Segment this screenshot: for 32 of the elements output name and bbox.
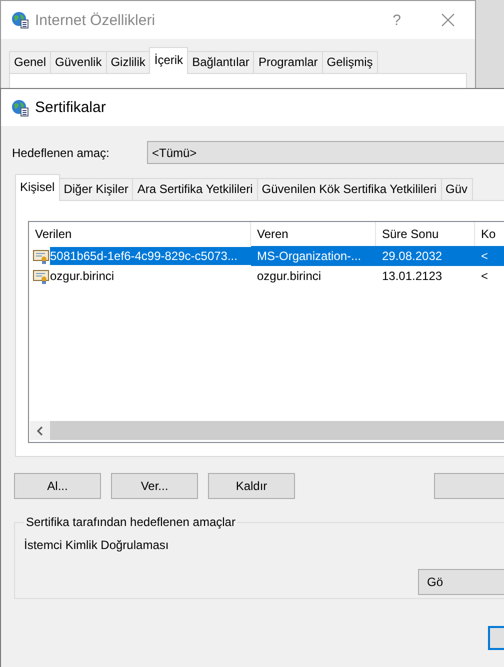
view-button[interactable]: Gö (418, 569, 504, 595)
table-cell[interactable]: 5081b65d-1ef6-4c99-829c-c5073... (50, 247, 251, 265)
horizontal-scrollbar[interactable] (30, 421, 504, 440)
tab[interactable]: Genel (9, 51, 52, 73)
action-button[interactable]: Kaldır (208, 473, 295, 499)
table-cell-text: ozgur.birinci (256, 268, 322, 285)
table-cell: < (475, 246, 504, 266)
tab[interactable]: İçerik (149, 47, 188, 74)
window-title: Sertifikalar (35, 99, 106, 116)
action-button[interactable]: Ver... (111, 473, 198, 499)
purpose-text: İstemci Kimlik Doğrulaması (24, 538, 170, 552)
tab[interactable]: Gelişmiş (322, 51, 378, 73)
column-header[interactable]: Verilen (29, 222, 251, 246)
tab[interactable]: Kişisel (15, 174, 60, 201)
purpose-label: Hedeflenen amaç: (12, 146, 110, 160)
tab[interactable]: Güv (440, 178, 473, 200)
table-cell: MS-Organization-... (251, 246, 376, 266)
globe-icon (11, 98, 29, 116)
help-button[interactable]: ? (380, 12, 413, 28)
group-legend: Sertifika tarafından hedeflenen amaçlar (24, 515, 238, 529)
scroll-left-icon[interactable] (36, 426, 44, 436)
purpose-dropdown[interactable]: <Tümü> (147, 141, 504, 164)
globe-icon (11, 11, 29, 29)
table-cell-text: < (480, 268, 490, 285)
certificate-icon (33, 268, 49, 284)
table-cell-text: 13.01.2123 (381, 268, 444, 285)
table-cell: 29.08.2032 (376, 246, 475, 266)
close-icon[interactable] (441, 13, 455, 27)
table-cell[interactable]: ozgur.birinci (50, 267, 251, 285)
certificate-icon (33, 248, 49, 264)
window-title: Internet Özellikleri (35, 12, 156, 28)
action-button[interactable]: Al... (14, 473, 101, 499)
